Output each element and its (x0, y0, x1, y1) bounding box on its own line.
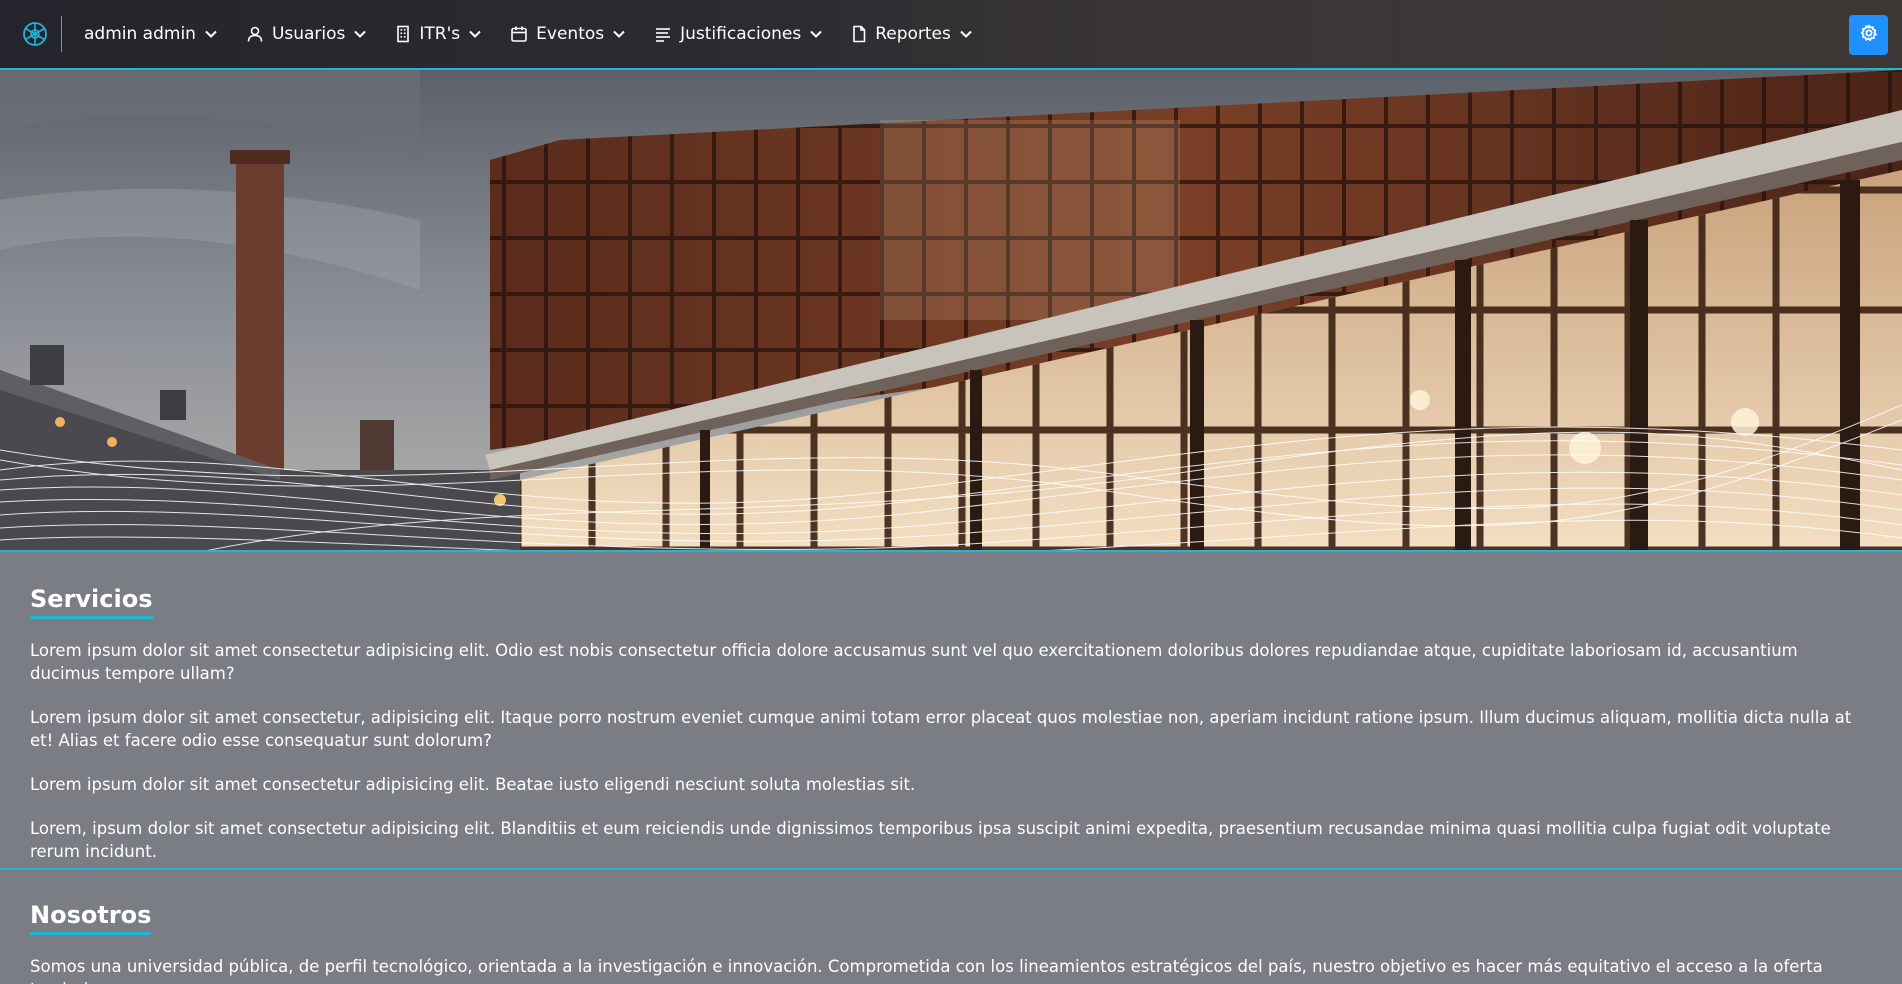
nav-item-justificaciones[interactable]: Justificaciones (646, 14, 831, 54)
section-divider (0, 868, 1902, 870)
section-title: Nosotros (30, 900, 152, 935)
user-icon (246, 25, 264, 43)
list-icon (654, 25, 672, 43)
chevron-down-icon (809, 27, 823, 41)
nav-item-eventos[interactable]: Eventos (502, 14, 634, 54)
nav-item-label: Usuarios (271, 24, 346, 44)
nav-item-label: Reportes (875, 24, 951, 44)
app-logo-icon[interactable] (21, 20, 49, 48)
nav-item-label: ITR's (419, 24, 461, 44)
section-paragraph: Lorem ipsum dolor sit amet consectetur a… (30, 775, 916, 794)
chevron-down-icon (204, 27, 218, 41)
section-nosotros: Nosotros Somos una universidad pública, … (0, 900, 1902, 984)
top-navbar: admin admin Usuarios ITR's Eventos Justi… (0, 0, 1902, 70)
settings-button[interactable] (1849, 15, 1888, 55)
nav-item-itrs[interactable]: ITR's (387, 14, 490, 54)
chevron-down-icon (959, 27, 973, 41)
navbar-divider (61, 16, 62, 52)
file-icon (851, 25, 867, 43)
chevron-down-icon (353, 27, 367, 41)
section-title: Servicios (30, 584, 153, 619)
nav-item-label: Eventos (536, 24, 605, 44)
nav-item-label: Justificaciones (680, 24, 802, 44)
section-paragraph: Lorem ipsum dolor sit amet consectetur, … (30, 708, 1852, 750)
user-menu-label: admin admin (84, 24, 196, 44)
nav-item-reportes[interactable]: Reportes (843, 14, 981, 54)
building-icon (395, 25, 411, 43)
calendar-icon (510, 25, 528, 43)
section-servicios: Servicios Lorem ipsum dolor sit amet con… (0, 584, 1902, 884)
hero-banner-image (0, 70, 1902, 552)
user-menu[interactable]: admin admin (76, 14, 226, 54)
section-paragraph: Lorem ipsum dolor sit amet consectetur a… (30, 641, 1798, 683)
nav-item-usuarios[interactable]: Usuarios (238, 14, 375, 54)
section-paragraph: Somos una universidad pública, de perfil… (30, 957, 1823, 984)
chevron-down-icon (468, 27, 482, 41)
section-paragraph: Lorem, ipsum dolor sit amet consectetur … (30, 819, 1831, 861)
chevron-down-icon (612, 27, 626, 41)
gear-icon (1860, 24, 1878, 46)
